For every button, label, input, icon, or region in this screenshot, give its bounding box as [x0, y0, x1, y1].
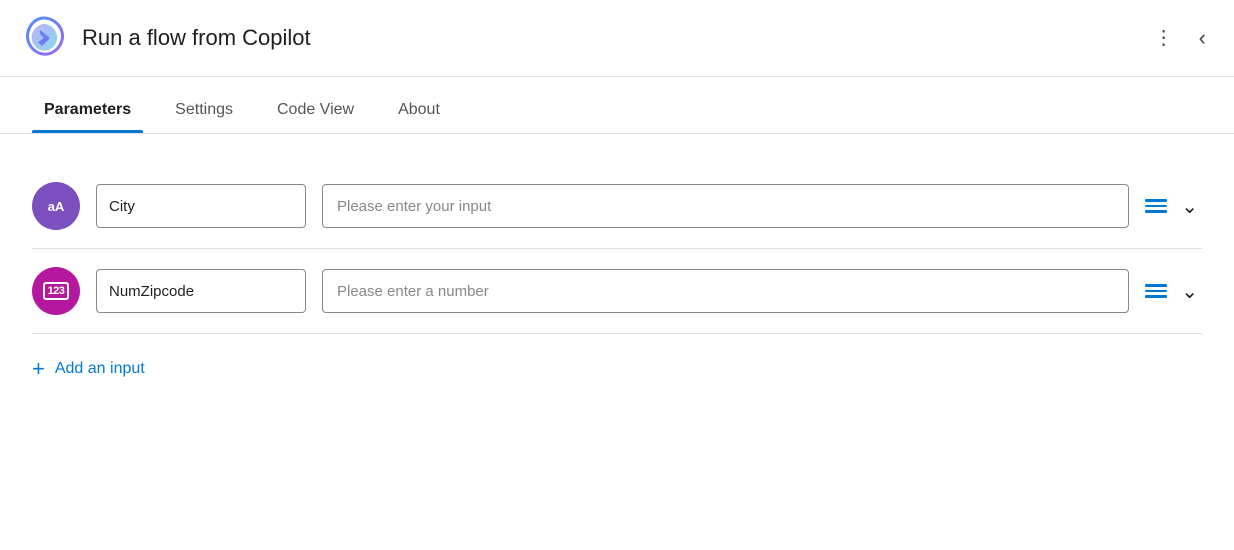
row-actions-city: ⌄: [1145, 192, 1202, 221]
tab-about[interactable]: About: [386, 85, 452, 133]
app-logo: [20, 14, 68, 62]
field-name-numzipcode: [96, 269, 306, 313]
hamburger-icon-city[interactable]: [1145, 199, 1167, 213]
chevron-down-button-numzipcode[interactable]: ⌄: [1177, 277, 1202, 306]
chevron-down-icon-numzipcode: ⌄: [1181, 279, 1198, 304]
hamburger-icon-numzipcode[interactable]: [1145, 284, 1167, 298]
add-input-label: Add an input: [55, 360, 145, 378]
header-actions: ⋮ ‹: [1150, 23, 1210, 53]
tab-bar: Parameters Settings Code View About: [0, 85, 1234, 134]
city-value-input[interactable]: [322, 184, 1129, 228]
add-input-button[interactable]: + Add an input: [32, 334, 145, 382]
more-options-button[interactable]: ⋮: [1150, 24, 1179, 52]
tab-settings[interactable]: Settings: [163, 85, 245, 133]
badge-text-city: aA: [32, 182, 80, 230]
header: Run a flow from Copilot ⋮ ‹: [0, 0, 1234, 77]
tab-code-view[interactable]: Code View: [265, 85, 366, 133]
tab-parameters[interactable]: Parameters: [32, 85, 143, 133]
field-value-numzipcode: [322, 269, 1129, 313]
input-row-city: aA ⌄: [32, 164, 1202, 249]
row-actions-numzipcode: ⌄: [1145, 277, 1202, 306]
parameters-content: aA ⌄ 123: [0, 134, 1234, 412]
numzipcode-name-input[interactable]: [96, 269, 306, 313]
collapse-button[interactable]: ‹: [1195, 23, 1210, 53]
city-name-input[interactable]: [96, 184, 306, 228]
input-row-numzipcode: 123 ⌄: [32, 249, 1202, 334]
num-badge-label: 123: [43, 282, 70, 300]
field-name-city: [96, 184, 306, 228]
field-value-city: [322, 184, 1129, 228]
header-left: Run a flow from Copilot: [20, 14, 311, 62]
plus-icon: +: [32, 356, 45, 382]
numzipcode-value-input[interactable]: [322, 269, 1129, 313]
chevron-down-button-city[interactable]: ⌄: [1177, 192, 1202, 221]
badge-num-numzipcode: 123: [32, 267, 80, 315]
chevron-down-icon-city: ⌄: [1181, 194, 1198, 219]
chevron-left-icon: ‹: [1199, 27, 1206, 49]
ellipsis-icon: ⋮: [1154, 28, 1175, 48]
page-title: Run a flow from Copilot: [82, 25, 311, 51]
